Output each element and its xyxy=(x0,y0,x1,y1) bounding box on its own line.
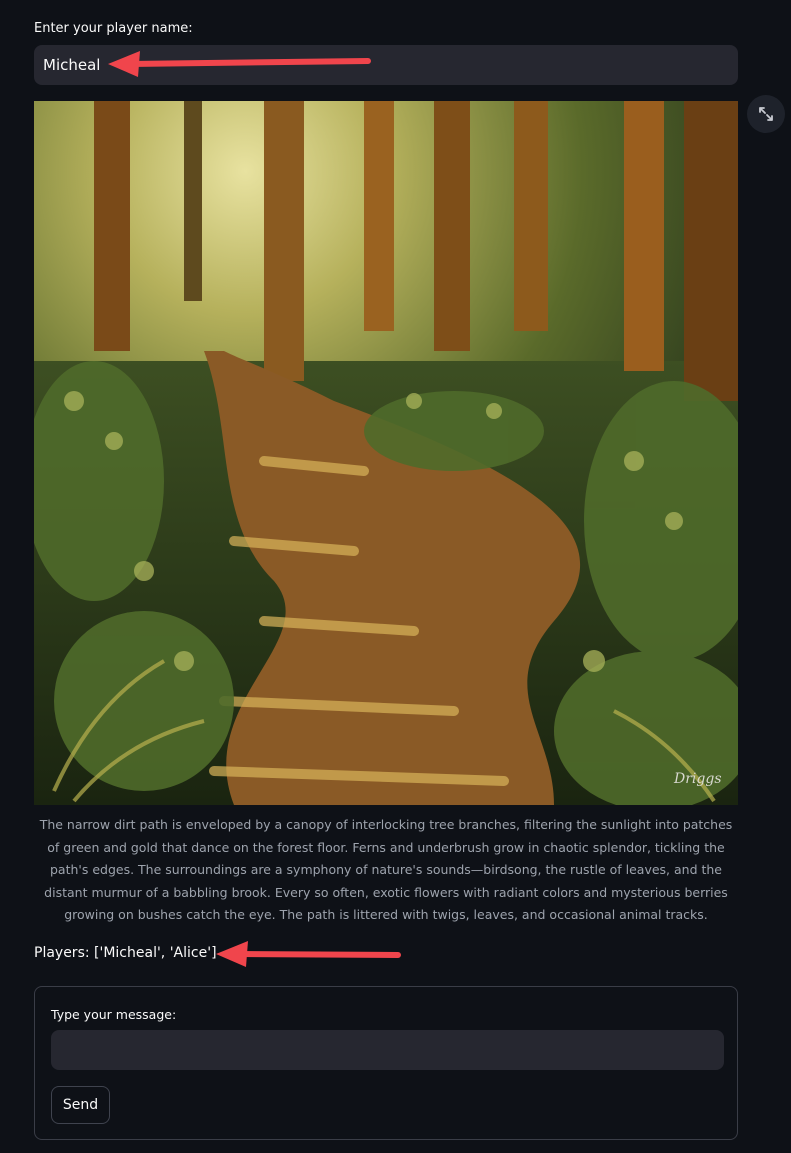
expand-image-button[interactable] xyxy=(747,95,785,133)
annotation-arrow-players xyxy=(216,941,401,967)
scene-image: Driggs xyxy=(34,101,738,805)
artist-signature: Driggs xyxy=(673,771,722,787)
message-form: Type your message: Send xyxy=(34,986,738,1140)
message-label: Type your message: xyxy=(51,1007,177,1022)
send-button[interactable]: Send xyxy=(51,1086,110,1124)
scene-caption: The narrow dirt path is enveloped by a c… xyxy=(39,817,733,922)
expand-icon xyxy=(759,107,773,121)
player-name-label: Enter your player name: xyxy=(34,21,193,36)
players-list: Players: ['Micheal', 'Alice'] xyxy=(34,945,217,961)
message-input[interactable] xyxy=(51,1030,724,1070)
annotation-arrow-name xyxy=(108,51,371,77)
